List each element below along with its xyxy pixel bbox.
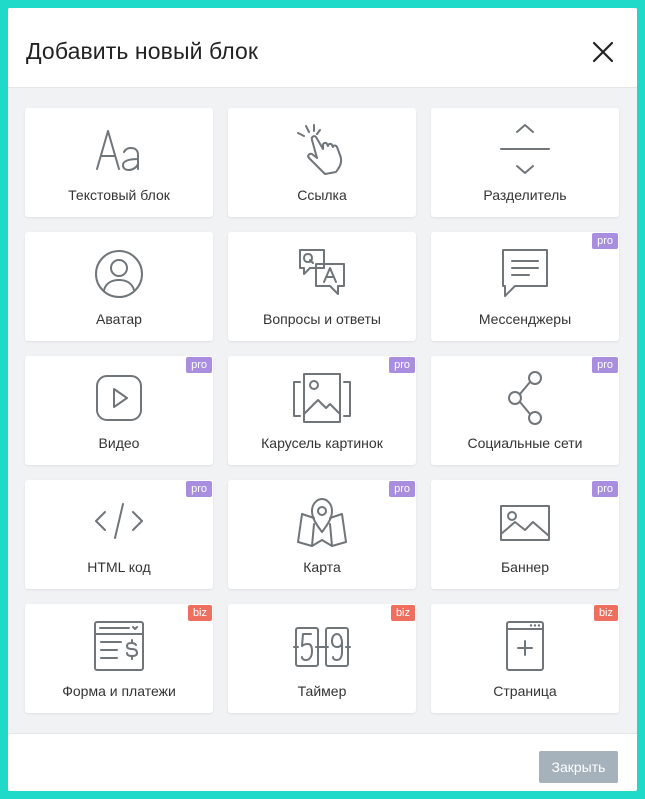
tile-label: Аватар xyxy=(96,311,142,327)
block-tile-link[interactable]: Ссылка xyxy=(228,108,416,217)
pro-badge: pro xyxy=(186,481,212,497)
divider-icon xyxy=(431,122,619,178)
block-tile-text[interactable]: Текстовый блок xyxy=(25,108,213,217)
close-button[interactable]: Закрыть xyxy=(539,751,618,783)
tile-label: Вопросы и ответы xyxy=(263,311,381,327)
block-tile-timer[interactable]: Таймер biz xyxy=(228,604,416,713)
carousel-icon xyxy=(228,370,416,426)
pro-badge: pro xyxy=(389,481,415,497)
qa-icon xyxy=(228,246,416,302)
block-tile-social[interactable]: Социальные сети pro xyxy=(431,356,619,465)
biz-badge: biz xyxy=(187,605,212,621)
dialog-footer: Закрыть xyxy=(8,733,637,791)
tile-label: Социальные сети xyxy=(467,435,583,451)
tile-label: Страница xyxy=(493,683,557,699)
tile-label: Ссылка xyxy=(297,187,347,203)
block-tile-avatar[interactable]: Аватар xyxy=(25,232,213,341)
tile-label: Карта xyxy=(303,559,341,575)
map-icon xyxy=(228,494,416,550)
block-tile-carousel[interactable]: Карусель картинок pro xyxy=(228,356,416,465)
text-icon xyxy=(25,122,213,178)
block-tile-divider[interactable]: Разделитель xyxy=(431,108,619,217)
pro-badge: pro xyxy=(592,233,618,249)
code-icon xyxy=(25,494,213,550)
tile-label: Текстовый блок xyxy=(68,187,170,203)
block-tile-html[interactable]: HTML код pro xyxy=(25,480,213,589)
video-icon xyxy=(25,370,213,426)
pro-badge: pro xyxy=(592,357,618,373)
avatar-icon xyxy=(25,246,213,302)
block-tile-page[interactable]: Страница biz xyxy=(431,604,619,713)
biz-badge: biz xyxy=(390,605,415,621)
block-tile-qa[interactable]: Вопросы и ответы xyxy=(228,232,416,341)
tile-label: Видео xyxy=(98,435,140,451)
tile-label: Карусель картинок xyxy=(261,435,383,451)
form-payment-icon xyxy=(25,618,213,674)
tile-label: HTML код xyxy=(87,559,151,575)
dialog-header: Добавить новый блок xyxy=(8,8,637,88)
block-tile-video[interactable]: Видео pro xyxy=(25,356,213,465)
add-page-icon xyxy=(431,618,619,674)
tile-label: Мессенджеры xyxy=(478,311,572,327)
tile-label: Таймер xyxy=(297,683,347,699)
biz-badge: biz xyxy=(593,605,618,621)
block-tile-map[interactable]: Карта pro xyxy=(228,480,416,589)
tile-label: Форма и платежи xyxy=(62,683,176,699)
pro-badge: pro xyxy=(389,357,415,373)
block-tile-banner[interactable]: Баннер pro xyxy=(431,480,619,589)
image-icon xyxy=(431,494,619,550)
tile-label: Разделитель xyxy=(483,187,567,203)
block-tile-form[interactable]: Форма и платежи biz xyxy=(25,604,213,713)
add-block-dialog: Добавить новый блок Текстовый блок Ссылк… xyxy=(8,8,637,791)
pro-badge: pro xyxy=(592,481,618,497)
block-tile-messengers[interactable]: Мессенджеры pro xyxy=(431,232,619,341)
chat-icon xyxy=(431,246,619,302)
pointer-hand-icon xyxy=(228,122,416,178)
timer-icon xyxy=(228,618,416,674)
pro-badge: pro xyxy=(186,357,212,373)
tile-label: Баннер xyxy=(500,559,549,575)
dialog-title: Добавить новый блок xyxy=(26,38,259,64)
close-icon[interactable] xyxy=(591,40,615,64)
share-icon xyxy=(431,370,619,426)
